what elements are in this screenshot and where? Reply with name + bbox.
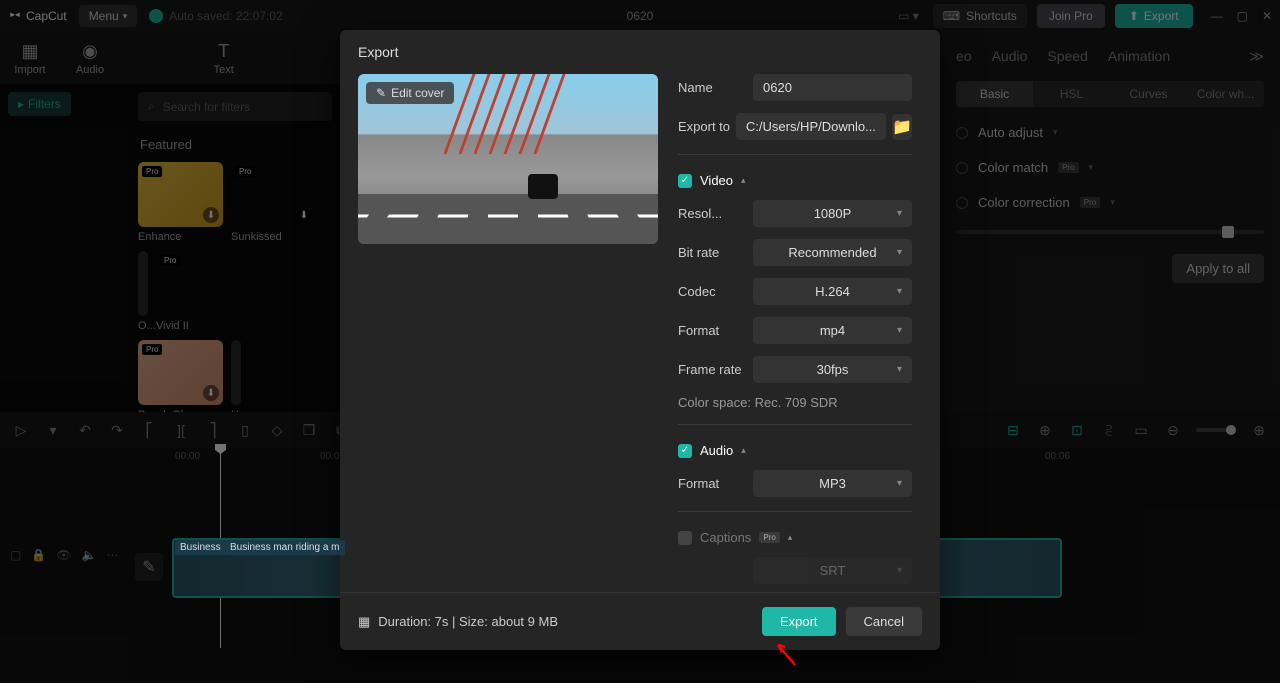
bitrate-label: Bit rate (678, 245, 753, 260)
export-confirm-button[interactable]: Export (762, 607, 836, 636)
format-select[interactable]: mp4 (753, 317, 912, 344)
pencil-icon: ✎ (376, 86, 386, 100)
chevron-icon[interactable]: ▴ (741, 175, 746, 186)
codec-label: Codec (678, 284, 753, 299)
resolution-select[interactable]: 1080P (753, 200, 912, 227)
captions-format-select: SRT (753, 557, 912, 584)
exportto-input[interactable]: C:/Users/HP/Downlo... (736, 113, 886, 140)
video-section-label: Video (700, 173, 733, 188)
browse-folder-button[interactable]: 📁 (892, 114, 912, 140)
chevron-icon[interactable]: ▴ (788, 532, 793, 543)
audio-checkbox[interactable]: ✓ (678, 444, 692, 458)
video-checkbox[interactable]: ✓ (678, 174, 692, 188)
audio-format-label: Format (678, 476, 753, 491)
clip-label: Business man riding a m (225, 540, 345, 555)
audio-format-select[interactable]: MP3 (753, 470, 912, 497)
captions-section-label: Captions (700, 530, 751, 545)
edit-cover-button[interactable]: ✎ Edit cover (366, 82, 454, 104)
exportto-label: Export to (678, 119, 736, 134)
export-dialog: Export ✎ Edit cover Name 0620 Export to … (340, 30, 940, 650)
resolution-label: Resol... (678, 206, 753, 221)
format-label: Format (678, 323, 753, 338)
bitrate-select[interactable]: Recommended (753, 239, 912, 266)
film-icon: ▦ (358, 614, 370, 630)
audio-section-label: Audio (700, 443, 733, 458)
cancel-button[interactable]: Cancel (846, 607, 922, 636)
export-meta: ▦ Duration: 7s | Size: about 9 MB (358, 614, 558, 630)
chevron-icon[interactable]: ▴ (741, 445, 746, 456)
clip-label: Business (175, 540, 226, 555)
codec-select[interactable]: H.264 (753, 278, 912, 305)
name-label: Name (678, 80, 753, 95)
export-preview: ✎ Edit cover (358, 74, 658, 244)
framerate-select[interactable]: 30fps (753, 356, 912, 383)
captions-checkbox[interactable]: ✓ (678, 531, 692, 545)
dialog-title: Export (340, 30, 940, 74)
framerate-label: Frame rate (678, 362, 753, 377)
folder-icon: 📁 (892, 117, 912, 137)
colorspace-text: Color space: Rec. 709 SDR (678, 395, 912, 410)
pro-badge: Pro (759, 532, 779, 543)
name-input[interactable]: 0620 (753, 74, 912, 101)
